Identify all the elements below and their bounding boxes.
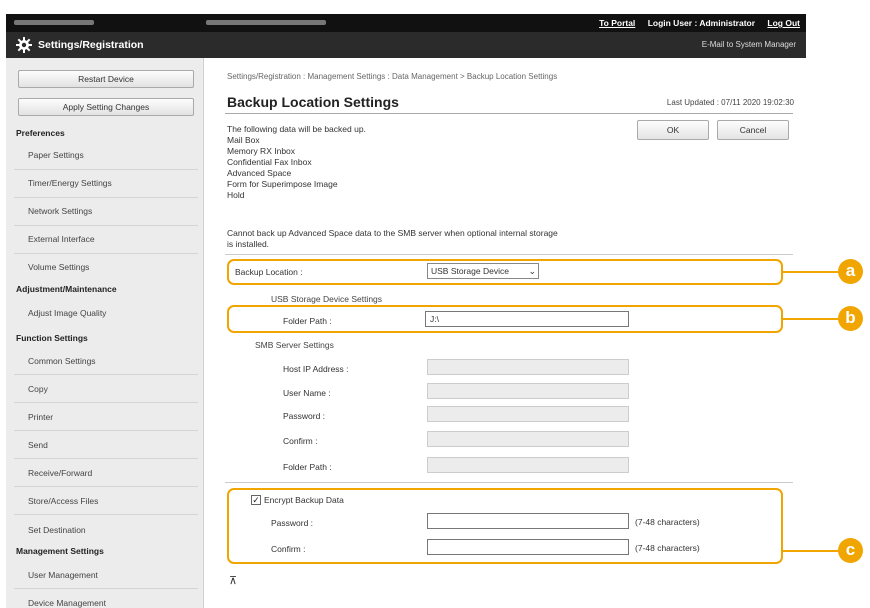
data-item: Form for Superimpose Image: [227, 179, 338, 189]
sidebar-item-common-settings[interactable]: Common Settings: [28, 356, 96, 366]
divider: [14, 458, 198, 459]
sidebar-item-printer[interactable]: Printer: [28, 412, 53, 422]
highlight-folder-path: [227, 305, 783, 333]
sidebar-item-paper-settings[interactable]: Paper Settings: [28, 150, 84, 160]
intro-text: The following data will be backed up.: [227, 124, 366, 134]
note-text: is installed.: [227, 239, 270, 249]
sidebar: Restart Device Apply Setting Changes Pre…: [6, 58, 204, 608]
callout-b: b: [838, 306, 863, 331]
scroll-to-top-icon[interactable]: ⊼: [229, 574, 237, 587]
divider: [14, 374, 198, 375]
user-name-input: [427, 383, 629, 399]
data-item: Advanced Space: [227, 168, 292, 178]
smb-folder-path-input: [427, 457, 629, 473]
divider: [14, 253, 198, 254]
divider: [14, 430, 198, 431]
cancel-button[interactable]: Cancel: [717, 120, 789, 140]
group-management-settings: Management Settings: [16, 546, 104, 556]
data-item: Confidential Fax Inbox: [227, 157, 312, 167]
sidebar-item-set-destination[interactable]: Set Destination: [28, 525, 86, 535]
data-item: Memory RX Inbox: [227, 146, 296, 156]
section-divider: [225, 254, 793, 255]
page-title: Backup Location Settings: [227, 94, 399, 110]
logout-link[interactable]: Log Out: [767, 18, 800, 28]
note-text: Cannot back up Advanced Space data to th…: [227, 228, 558, 238]
callout-line-a: [783, 271, 839, 273]
device-info-blurred: [206, 20, 326, 25]
divider: [14, 514, 198, 515]
divider: [14, 402, 198, 403]
smb-folder-path-label: Folder Path :: [283, 462, 332, 472]
usb-settings-heading: USB Storage Device Settings: [271, 294, 383, 304]
title-divider: [225, 113, 793, 114]
divider: [14, 225, 198, 226]
sidebar-item-timer-energy[interactable]: Timer/Energy Settings: [28, 178, 112, 188]
group-preferences: Preferences: [16, 128, 65, 138]
group-adjustment-maintenance: Adjustment/Maintenance: [16, 284, 117, 294]
highlight-backup-location: [227, 259, 783, 285]
app-title: Settings/Registration: [38, 39, 144, 51]
user-name-label: User Name :: [283, 388, 331, 398]
divider: [14, 588, 198, 589]
sidebar-item-store-access-files[interactable]: Store/Access Files: [28, 496, 98, 506]
top-bar: To Portal Login User : Administrator Log…: [6, 14, 806, 32]
smb-password-input: [427, 406, 629, 422]
login-user-label: Login User : Administrator: [647, 18, 756, 28]
smb-settings-heading: SMB Server Settings: [255, 340, 334, 350]
callout-c: c: [838, 538, 863, 563]
divider: [14, 169, 198, 170]
email-system-manager-link[interactable]: E-Mail to System Manager: [702, 40, 796, 49]
ok-button[interactable]: OK: [637, 120, 709, 140]
group-function-settings: Function Settings: [16, 333, 88, 343]
divider: [14, 197, 198, 198]
host-ip-input: [427, 359, 629, 375]
gear-icon: [16, 37, 32, 53]
smb-confirm-input: [427, 431, 629, 447]
section-divider: [225, 482, 793, 483]
breadcrumb: Settings/Registration : Management Setti…: [227, 72, 558, 81]
sidebar-item-external-interface[interactable]: External Interface: [28, 234, 95, 244]
sidebar-item-device-management[interactable]: Device Management: [28, 598, 106, 608]
callout-line-c: [783, 550, 839, 552]
data-item: Hold: [227, 190, 245, 200]
device-name-blurred: [14, 20, 94, 25]
sidebar-item-volume[interactable]: Volume Settings: [28, 262, 89, 272]
restart-device-button[interactable]: Restart Device: [18, 70, 194, 88]
to-portal-link[interactable]: To Portal: [599, 18, 635, 28]
smb-confirm-label: Confirm :: [283, 436, 318, 446]
highlight-encrypt-section: [227, 488, 783, 564]
callout-line-b: [783, 318, 839, 320]
sidebar-item-copy[interactable]: Copy: [28, 384, 48, 394]
apply-setting-changes-button[interactable]: Apply Setting Changes: [18, 98, 194, 116]
sidebar-item-network[interactable]: Network Settings: [28, 206, 92, 216]
host-ip-label: Host IP Address :: [283, 364, 349, 374]
smb-password-label: Password :: [283, 411, 326, 421]
data-item: Mail Box: [227, 135, 260, 145]
sidebar-item-adjust-image-quality[interactable]: Adjust Image Quality: [28, 308, 106, 318]
sidebar-item-user-management[interactable]: User Management: [28, 570, 98, 580]
last-updated: Last Updated : 07/11 2020 19:02:30: [666, 98, 794, 107]
top-links: To Portal Login User : Administrator Log…: [589, 18, 800, 28]
divider: [14, 486, 198, 487]
title-bar: Settings/Registration E-Mail to System M…: [6, 32, 806, 58]
sidebar-item-receive-forward[interactable]: Receive/Forward: [28, 468, 92, 478]
callout-a: a: [838, 259, 863, 284]
sidebar-item-send[interactable]: Send: [28, 440, 48, 450]
